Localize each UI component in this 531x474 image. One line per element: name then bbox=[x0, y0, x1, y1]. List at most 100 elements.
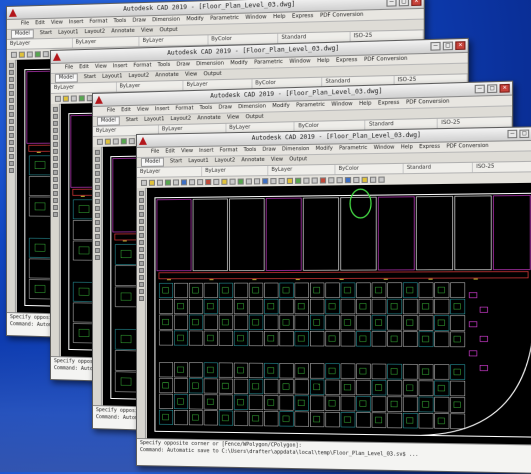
menu-item-dimension[interactable]: Dimension bbox=[196, 59, 224, 69]
toolbar-button-icon[interactable] bbox=[270, 178, 276, 184]
tab-model[interactable]: Model bbox=[11, 29, 34, 39]
toolbar-button-icon[interactable] bbox=[105, 139, 111, 145]
tab-model[interactable]: Model bbox=[55, 73, 78, 83]
menu-item-draw[interactable]: Draw bbox=[218, 103, 232, 113]
menu-item-format[interactable]: Format bbox=[89, 17, 107, 27]
tool-icon[interactable] bbox=[138, 191, 143, 196]
toolbar-button-icon[interactable] bbox=[189, 179, 195, 185]
toolbar-button-icon[interactable] bbox=[295, 178, 301, 184]
tool-icon[interactable] bbox=[8, 147, 13, 152]
menu-item-draw[interactable]: Draw bbox=[176, 60, 190, 70]
tab-model[interactable]: Model bbox=[141, 158, 164, 167]
menu-item-tools[interactable]: Tools bbox=[200, 104, 213, 114]
menu-item-pdf-conversion[interactable]: PDF Conversion bbox=[406, 97, 450, 108]
tab-annotate[interactable]: Annotate bbox=[155, 71, 179, 81]
menu-item-file[interactable]: File bbox=[151, 148, 159, 157]
maximize-button[interactable]: □ bbox=[443, 42, 453, 51]
tool-icon[interactable] bbox=[52, 135, 57, 140]
toolbar-button-icon[interactable] bbox=[246, 178, 252, 184]
toolbar-button-icon[interactable] bbox=[19, 52, 25, 58]
maximize-button[interactable]: □ bbox=[487, 84, 497, 93]
tool-icon[interactable] bbox=[94, 164, 99, 169]
toolbar-button-icon[interactable] bbox=[11, 52, 17, 58]
tool-icon[interactable] bbox=[52, 156, 57, 161]
tool-icon[interactable] bbox=[94, 234, 99, 239]
toolbar-button-icon[interactable] bbox=[230, 179, 236, 185]
menu-item-parametric[interactable]: Parametric bbox=[254, 58, 283, 68]
toolbar-button-icon[interactable] bbox=[173, 179, 179, 185]
tab-output[interactable]: Output bbox=[160, 26, 178, 36]
tool-icon[interactable] bbox=[52, 142, 57, 147]
tab-start[interactable]: Start bbox=[84, 73, 96, 82]
minimize-button[interactable]: – bbox=[507, 130, 517, 139]
tab-layout1[interactable]: Layout1 bbox=[58, 28, 78, 38]
property-dropdown[interactable]: ByLayer bbox=[7, 38, 72, 49]
tool-icon[interactable] bbox=[52, 212, 57, 217]
tab-layout2[interactable]: Layout2 bbox=[85, 28, 106, 38]
menu-item-draw[interactable]: Draw bbox=[132, 16, 146, 26]
menu-item-parametric[interactable]: Parametric bbox=[296, 101, 325, 111]
property-dropdown[interactable]: ByLayer bbox=[202, 166, 268, 176]
toolbar-button-icon[interactable] bbox=[378, 177, 384, 183]
menu-item-express[interactable]: Express bbox=[419, 143, 440, 153]
tool-icon[interactable] bbox=[8, 112, 13, 117]
tool-icon[interactable] bbox=[94, 241, 99, 246]
tool-icon[interactable] bbox=[94, 171, 99, 176]
menu-item-insert[interactable]: Insert bbox=[113, 62, 128, 71]
close-button[interactable]: × bbox=[455, 41, 465, 50]
toolbar-button-icon[interactable] bbox=[121, 138, 127, 144]
menu-item-express[interactable]: Express bbox=[336, 56, 357, 66]
tool-icon[interactable] bbox=[94, 248, 99, 253]
tool-icon[interactable] bbox=[94, 192, 99, 197]
menu-item-help[interactable]: Help bbox=[359, 99, 371, 109]
menu-item-edit[interactable]: Edit bbox=[121, 106, 131, 115]
toolbar-button-icon[interactable] bbox=[197, 179, 203, 185]
toolbar-button-icon[interactable] bbox=[129, 138, 135, 144]
tool-icon[interactable] bbox=[138, 198, 143, 203]
tool-icon[interactable] bbox=[94, 178, 99, 183]
tool-icon[interactable] bbox=[138, 240, 143, 245]
tool-icon[interactable] bbox=[138, 247, 143, 252]
menu-item-window[interactable]: Window bbox=[245, 13, 266, 23]
menu-item-view[interactable]: View bbox=[137, 105, 149, 114]
toolbar-button-icon[interactable] bbox=[213, 179, 219, 185]
tool-icon[interactable] bbox=[52, 107, 57, 112]
menu-item-edit[interactable]: Edit bbox=[79, 63, 89, 72]
app-logo-icon[interactable] bbox=[9, 9, 17, 17]
tab-output[interactable]: Output bbox=[246, 113, 264, 123]
tab-view[interactable]: View bbox=[141, 26, 153, 36]
tool-icon[interactable] bbox=[52, 205, 57, 210]
tool-icon[interactable] bbox=[138, 268, 143, 273]
menu-item-format[interactable]: Format bbox=[220, 146, 238, 155]
tab-view[interactable]: View bbox=[271, 156, 283, 165]
maximize-button[interactable]: □ bbox=[519, 130, 529, 139]
minimize-button[interactable]: – bbox=[386, 0, 396, 7]
cad-window[interactable]: Autodesk CAD 2019 - [Floor_Plan_Level_03… bbox=[136, 126, 531, 474]
menu-item-window[interactable]: Window bbox=[289, 57, 310, 67]
toolbar-button-icon[interactable] bbox=[141, 180, 147, 186]
property-dropdown[interactable]: ByLayer bbox=[268, 165, 335, 175]
menu-item-insert[interactable]: Insert bbox=[199, 147, 214, 156]
toolbar-button-icon[interactable] bbox=[63, 96, 69, 102]
tool-icon[interactable] bbox=[138, 261, 143, 266]
tool-icon[interactable] bbox=[94, 150, 99, 155]
property-dropdown[interactable]: ByLayer bbox=[72, 37, 139, 48]
tab-annotate[interactable]: Annotate bbox=[111, 27, 135, 37]
app-logo-icon[interactable] bbox=[139, 137, 147, 145]
toolbar-button-icon[interactable] bbox=[254, 178, 260, 184]
tool-icon[interactable] bbox=[8, 63, 13, 68]
menu-item-file[interactable]: File bbox=[107, 106, 115, 115]
menu-item-format[interactable]: Format bbox=[175, 104, 193, 114]
tab-view[interactable]: View bbox=[185, 70, 197, 80]
menu-item-modify[interactable]: Modify bbox=[186, 15, 203, 25]
menu-item-edit[interactable]: Edit bbox=[165, 147, 175, 156]
menu-item-dimension[interactable]: Dimension bbox=[282, 145, 309, 155]
toolbar-button-icon[interactable] bbox=[238, 178, 244, 184]
menu-item-dimension[interactable]: Dimension bbox=[238, 102, 266, 112]
menu-item-insert[interactable]: Insert bbox=[155, 105, 170, 114]
property-dropdown[interactable]: ByLayer bbox=[51, 82, 116, 93]
tool-icon[interactable] bbox=[52, 149, 57, 154]
tool-icon[interactable] bbox=[138, 205, 143, 210]
tab-layout1[interactable]: Layout1 bbox=[188, 157, 208, 166]
tool-icon[interactable] bbox=[94, 157, 99, 162]
